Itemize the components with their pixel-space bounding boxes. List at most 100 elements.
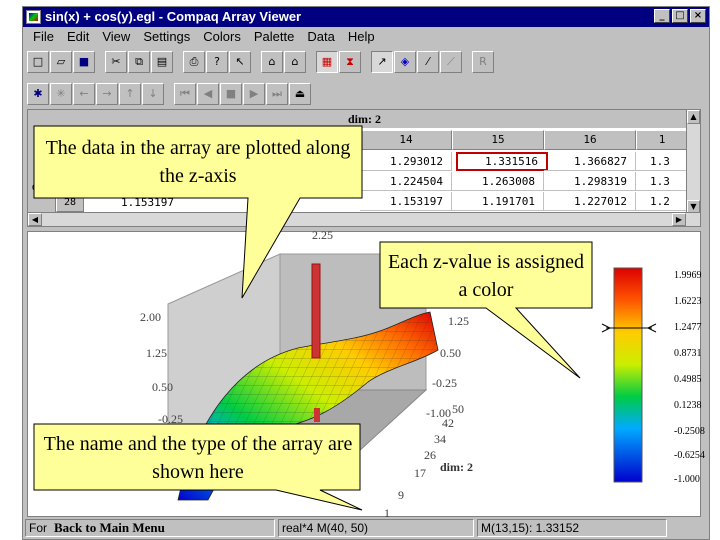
shrink-icon[interactable]: ✱ [27, 83, 49, 105]
callout-z-axis-text: The data in the array are plotted along … [45, 137, 351, 187]
menu-palette[interactable]: Palette [250, 27, 303, 47]
callout-name-type-text: The name and the type of the array are s… [43, 433, 353, 483]
menu-edit[interactable]: Edit [63, 27, 98, 47]
chart-icon[interactable]: ⟋ [440, 51, 462, 73]
z-marker-base [314, 408, 320, 422]
status-element-value: M(13,15): 1.33152 [477, 519, 667, 537]
cursor-icon[interactable]: ↗ [371, 51, 393, 73]
colorbar-label: 1.9969 [674, 270, 702, 281]
window-controls: _ □ × [654, 9, 706, 23]
title-bar[interactable]: sin(x) + cos(y).egl - Compaq Array Viewe… [23, 7, 709, 27]
context-help-icon[interactable]: ↖ [229, 51, 251, 73]
colorbar-label: 0.1238 [674, 400, 702, 411]
first-icon[interactable]: ⏮ [174, 83, 196, 105]
stop-icon[interactable]: ■ [220, 83, 242, 105]
dim2-tick: 34 [434, 432, 446, 446]
menu-view[interactable]: View [98, 27, 139, 47]
arrow-left-icon[interactable]: ← [73, 83, 95, 105]
colorbar-label: -0.2508 [674, 426, 705, 437]
dim2-axis-label: dim: 2 [440, 460, 473, 474]
navigation-toolbar: ✱ ✳ ← → ↑ ↓ ⏮ ◀ ■ ▶ ⏭ ⏏ [27, 81, 311, 107]
maximize-button[interactable]: □ [672, 9, 688, 23]
dim2-tick: 9 [398, 488, 404, 502]
column-header-16[interactable]: 16 [544, 130, 636, 150]
house-icon[interactable]: ⌂ [284, 51, 306, 73]
colorbar-label: 1.6223 [674, 296, 702, 307]
menu-colors[interactable]: Colors [199, 27, 250, 47]
grid-cell[interactable]: 1.3 [636, 172, 688, 191]
right-axis-tick: -0.25 [432, 376, 457, 390]
z-marker-bar [311, 263, 321, 359]
expand-icon[interactable]: ✳ [50, 83, 72, 105]
column-header-14[interactable]: 14 [360, 130, 452, 150]
app-icon[interactable] [26, 10, 41, 24]
grid-cell[interactable]: 1.191701 [452, 192, 544, 211]
colorbar-label: -0.6254 [674, 450, 705, 461]
home-icon[interactable]: ⌂ [261, 51, 283, 73]
colorbar-label: 1.2477 [674, 322, 702, 333]
grid-cell[interactable]: 1.224504 [360, 172, 452, 191]
arrow-down-icon[interactable]: ↓ [142, 83, 164, 105]
grid-cell[interactable]: 1.366827 [544, 152, 636, 171]
minimize-button[interactable]: _ [654, 9, 670, 23]
z-tick: -0.25 [158, 412, 183, 426]
grid-horizontal-scrollbar[interactable]: ◀ ▶ [28, 212, 700, 226]
color-palette-icon[interactable]: ▦ [316, 51, 338, 73]
scroll-up-icon[interactable]: ▲ [687, 110, 700, 124]
column-header-15[interactable]: 15 [452, 130, 544, 150]
grid-vertical-scrollbar[interactable]: ▲ ▼ [686, 110, 700, 214]
status-array-type: real*4 M(40, 50) [278, 519, 474, 537]
flag-icon[interactable]: ◈ [394, 51, 416, 73]
scroll-left-icon[interactable]: ◀ [28, 213, 42, 226]
column-header-17[interactable]: 1 [636, 130, 688, 150]
colorbar-label: -1.000 [674, 474, 700, 485]
save-icon[interactable]: ■ [73, 51, 95, 73]
right-axis-tick: 0.50 [440, 346, 461, 360]
dim2-tick: 17 [414, 466, 426, 480]
menu-help[interactable]: Help [344, 27, 384, 47]
z-tick: 0.50 [152, 380, 173, 394]
grid-cell-selected[interactable]: 1.331516 [456, 152, 548, 171]
grid-cell[interactable]: 1.3 [636, 152, 688, 171]
dim2-tick: 42 [442, 416, 454, 430]
grid-cell[interactable]: 1.2 [636, 192, 688, 211]
next-icon[interactable]: ▶ [243, 83, 265, 105]
help-icon[interactable]: ? [206, 51, 228, 73]
top-axis-label: 2.25 [312, 228, 333, 242]
hourglass-icon[interactable]: ⧗ [339, 51, 361, 73]
arrow-up-icon[interactable]: ↑ [119, 83, 141, 105]
grid-cell[interactable]: 1.153197 [360, 192, 452, 211]
dim2-tick: 26 [424, 448, 436, 462]
main-toolbar: □ ▱ ■ ✂ ⧉ ▤ ⎙ ? ↖ ⌂ ⌂ ▦ ⧗ ↗ ◈ ⁄ ⟋ R [27, 49, 494, 75]
r-button[interactable]: R [472, 51, 494, 73]
z-tick: 1.25 [146, 346, 167, 360]
extra-axis-tick: 50 [452, 402, 464, 416]
new-icon[interactable]: □ [27, 51, 49, 73]
eject-icon[interactable]: ⏏ [289, 83, 311, 105]
wand-icon[interactable]: ⁄ [417, 51, 439, 73]
row-header[interactable]: 28 [56, 194, 84, 212]
grid-cell[interactable]: 1.263008 [452, 172, 544, 191]
paste-icon[interactable]: ▤ [151, 51, 173, 73]
grid-cell[interactable]: 1.298319 [544, 172, 636, 191]
left-cell[interactable]: 1.153197 [88, 194, 178, 212]
window-title: sin(x) + cos(y).egl - Compaq Array Viewe… [45, 9, 302, 24]
grid-cell[interactable]: 1.227012 [544, 192, 636, 211]
back-to-main-menu-link[interactable]: Back to Main Menu [52, 520, 167, 536]
print-icon[interactable]: ⎙ [183, 51, 205, 73]
grid-cell[interactable]: 1.293012 [360, 152, 452, 171]
last-icon[interactable]: ⏭ [266, 83, 288, 105]
menu-file[interactable]: File [29, 27, 63, 47]
z-tick: 2.00 [140, 310, 161, 324]
menu-bar: File Edit View Settings Colors Palette D… [23, 27, 709, 47]
arrow-right-icon[interactable]: → [96, 83, 118, 105]
copy-icon[interactable]: ⧉ [128, 51, 150, 73]
menu-settings[interactable]: Settings [139, 27, 199, 47]
cut-icon[interactable]: ✂ [105, 51, 127, 73]
scroll-right-icon[interactable]: ▶ [672, 213, 686, 226]
previous-icon[interactable]: ◀ [197, 83, 219, 105]
menu-data[interactable]: Data [303, 27, 343, 47]
close-button[interactable]: × [690, 9, 706, 23]
callout-color-text: Each z-value is assigned a color [387, 251, 585, 301]
open-icon[interactable]: ▱ [50, 51, 72, 73]
